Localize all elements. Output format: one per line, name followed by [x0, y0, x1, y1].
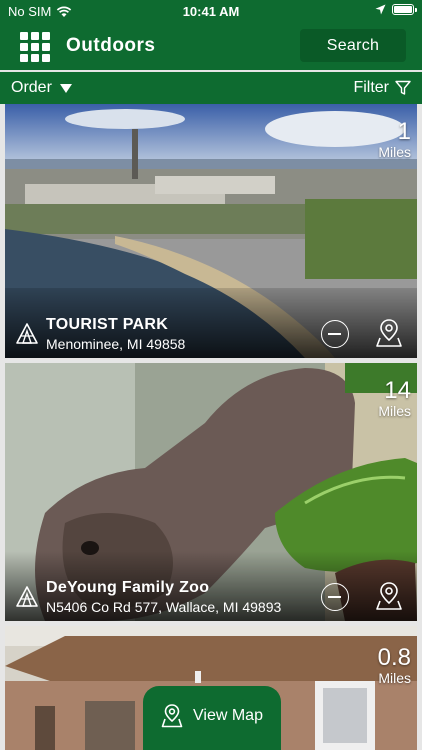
location-address: Menominee, MI 49858	[46, 336, 186, 352]
tent-icon	[16, 323, 38, 344]
distance-value: 0.8	[377, 644, 411, 671]
status-bar: No SIM 10:41 AM	[0, 0, 422, 24]
distance-badge: 1 Miles	[378, 118, 411, 161]
tent-icon	[16, 586, 38, 607]
caret-down-icon	[59, 83, 72, 93]
search-button[interactable]: Search	[300, 29, 406, 62]
status-right	[375, 4, 417, 15]
location-name: DeYoung Family Zoo	[46, 579, 210, 596]
distance-badge: 0.8 Miles	[377, 644, 411, 687]
order-dropdown[interactable]: Order	[11, 79, 72, 97]
map-pin-icon	[161, 704, 183, 728]
list-item[interactable]: 1 Miles TOURIST PARK Menominee, MI 49858	[5, 104, 417, 358]
app-header: Outdoors Search	[0, 24, 422, 70]
funnel-icon	[395, 80, 411, 95]
location-address: N5406 Co Rd 577, Wallace, MI 49893	[46, 599, 282, 615]
page-title: Outdoors	[66, 35, 156, 56]
filter-label: Filter	[353, 79, 389, 96]
distance-unit: Miles	[378, 144, 411, 160]
view-map-label: View Map	[193, 707, 263, 724]
distance-unit: Miles	[378, 403, 411, 419]
view-map-button[interactable]: View Map	[143, 686, 281, 750]
status-time: 10:41 AM	[182, 4, 240, 19]
grid-menu-icon[interactable]	[20, 32, 50, 62]
map-pin-icon[interactable]	[375, 318, 403, 348]
distance-value: 1	[397, 118, 411, 145]
sort-filter-bar: Order Filter	[0, 72, 422, 104]
distance-unit: Miles	[378, 670, 411, 686]
location-arrow-icon	[375, 4, 386, 15]
filter-button[interactable]: Filter	[353, 79, 411, 97]
distance-badge: 14 Miles	[378, 377, 411, 420]
remove-button[interactable]	[321, 320, 349, 348]
map-pin-icon[interactable]	[375, 581, 403, 611]
location-name: TOURIST PARK	[46, 316, 169, 333]
distance-value: 14	[384, 377, 411, 404]
battery-icon	[392, 4, 417, 15]
order-label: Order	[11, 79, 52, 96]
list-item[interactable]: 14 Miles DeYoung Family Zoo N5406 Co Rd …	[5, 363, 417, 621]
remove-button[interactable]	[321, 583, 349, 611]
